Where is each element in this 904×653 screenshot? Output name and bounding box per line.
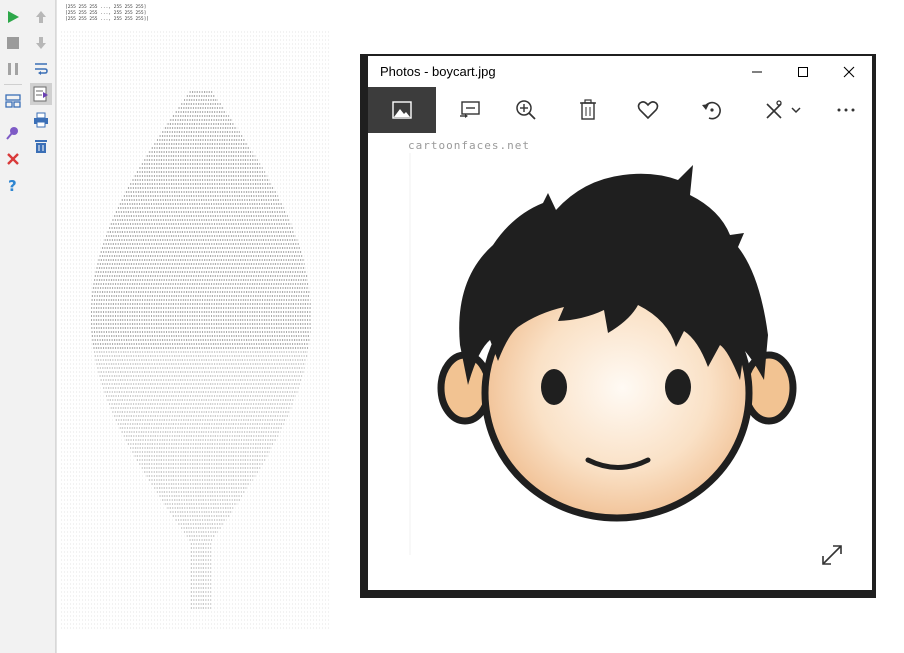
arrow-up-icon	[36, 11, 46, 23]
layout-icon	[5, 94, 21, 108]
arrow-down-icon	[36, 37, 46, 49]
expand-icon[interactable]	[820, 543, 844, 567]
delete-button[interactable]	[554, 87, 622, 133]
trash-icon	[580, 99, 596, 120]
photos-window: Photos - boycart.jpg cartoonfaces.net	[360, 54, 876, 598]
rotate-button[interactable]	[678, 87, 746, 133]
favorite-button[interactable]	[614, 87, 682, 133]
pin-icon	[6, 127, 18, 140]
zoom-in-icon	[516, 100, 536, 120]
view-image-button[interactable]	[368, 87, 436, 133]
wrap-icon	[35, 63, 48, 75]
print-button[interactable]	[31, 110, 51, 130]
stop-button[interactable]	[3, 33, 23, 53]
layout-button[interactable]	[3, 91, 23, 111]
title-bar: Photos - boycart.jpg	[368, 56, 872, 87]
help-icon: ?	[8, 177, 17, 193]
heart-icon	[637, 101, 659, 120]
minimize-button[interactable]	[734, 56, 780, 87]
print-icon	[34, 112, 48, 128]
ide-run-toolbar: ?	[0, 0, 29, 653]
stop-icon	[7, 37, 19, 49]
ascii-art-output	[61, 31, 329, 629]
scroll-end-icon	[33, 86, 48, 102]
console-line: [255 255 255 ..., 255 255 255]]	[65, 17, 149, 22]
more-button[interactable]	[812, 87, 880, 133]
boy-cartoon-image	[409, 153, 797, 555]
pause-button[interactable]	[3, 59, 23, 79]
scroll-to-end-button[interactable]	[30, 83, 52, 105]
edit-button[interactable]	[750, 87, 818, 133]
close-icon	[843, 66, 855, 77]
maximize-button[interactable]	[780, 56, 826, 87]
svg-text:?: ?	[8, 177, 17, 193]
scroll-up-button[interactable]	[31, 7, 51, 27]
console-output[interactable]: [255 255 255 ..., 255 255 255] [255 255 …	[56, 0, 359, 653]
scroll-down-button[interactable]	[31, 33, 51, 53]
window-title: Photos - boycart.jpg	[380, 64, 496, 79]
console-line: [255 255 255 ..., 255 255 255]	[65, 5, 147, 10]
edit-create-icon	[766, 100, 801, 119]
maximize-icon	[798, 66, 808, 77]
console-toolbar	[28, 0, 56, 653]
soft-wrap-button[interactable]	[31, 59, 51, 79]
slideshow-icon	[460, 101, 480, 118]
more-icon	[837, 108, 855, 112]
pause-icon	[8, 63, 18, 75]
command-bar	[368, 87, 872, 135]
close-window-button[interactable]	[826, 56, 872, 87]
clear-button[interactable]	[31, 136, 51, 156]
play-icon	[8, 11, 19, 23]
pin-button[interactable]	[3, 123, 23, 143]
zoom-button[interactable]	[492, 87, 560, 133]
trash-icon	[35, 140, 47, 153]
run-button[interactable]	[3, 7, 23, 27]
help-button[interactable]: ?	[3, 175, 23, 195]
image-icon	[392, 101, 412, 119]
close-icon	[7, 153, 19, 165]
rotate-icon	[702, 101, 721, 120]
console-line: [255 255 255 ..., 255 255 255]	[65, 11, 147, 16]
minimize-icon	[752, 71, 762, 72]
close-button[interactable]	[3, 149, 23, 169]
image-viewer[interactable]: cartoonfaces.net	[368, 135, 872, 590]
